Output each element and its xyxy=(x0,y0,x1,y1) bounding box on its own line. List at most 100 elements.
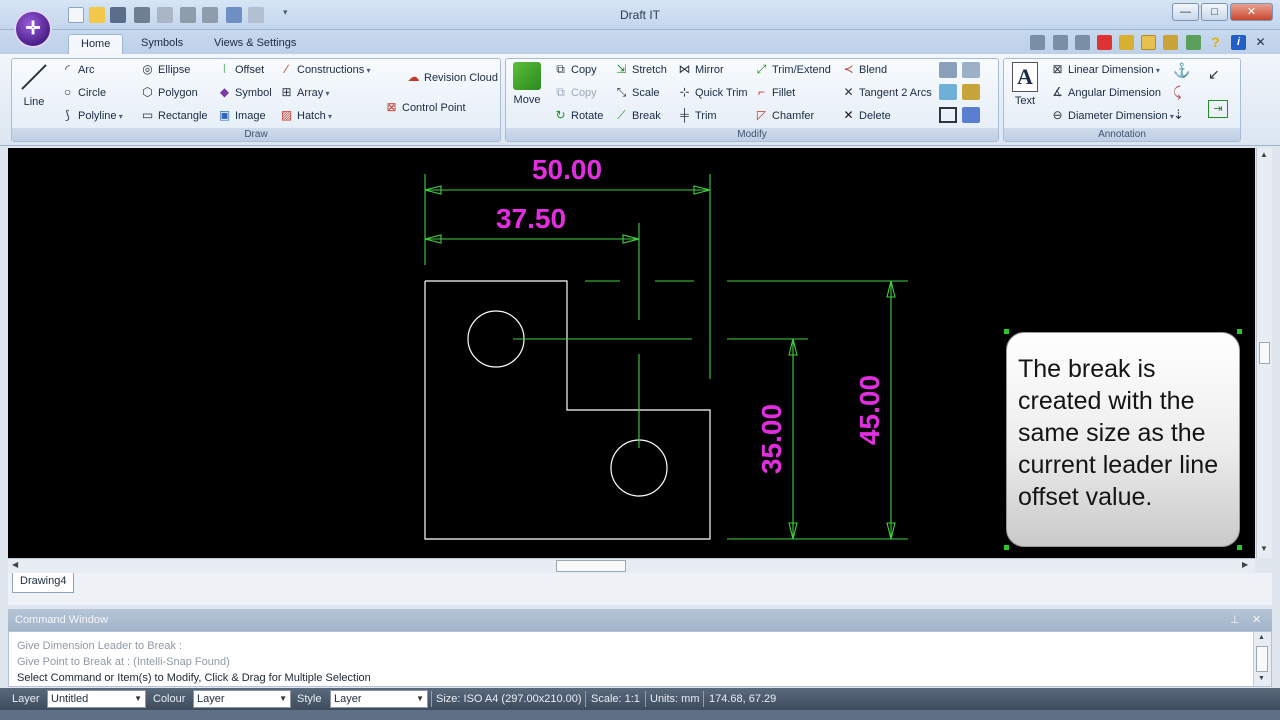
constructions-button[interactable]: ∕ Constructions ▾ xyxy=(279,60,370,78)
angular-dimension-button[interactable]: ∡ Angular Dimension xyxy=(1050,83,1161,101)
fillet-button[interactable]: ⌐ Fillet xyxy=(754,83,795,101)
move-button[interactable]: Move xyxy=(508,62,546,118)
tab-home[interactable]: Home xyxy=(68,34,124,54)
colour-select[interactable]: Layer ▼ xyxy=(193,690,291,708)
match-properties-icon[interactable] xyxy=(962,84,980,100)
command-window-body[interactable]: Give Dimension Leader to Break : Give Po… xyxy=(8,631,1272,687)
selection-handle[interactable] xyxy=(1004,545,1009,550)
join-icon[interactable] xyxy=(939,84,957,100)
layer-select[interactable]: Untitled ▼ xyxy=(47,690,146,708)
polygon-button[interactable]: ⬡ Polygon xyxy=(140,83,198,101)
group-icon[interactable] xyxy=(962,107,980,123)
quick-access-dropdown-icon[interactable]: ▾ xyxy=(283,7,293,23)
lock-icon[interactable] xyxy=(1163,35,1178,50)
maximize-button[interactable]: □ xyxy=(1201,3,1228,21)
ellipse-button[interactable]: ◎ Ellipse xyxy=(140,60,190,78)
offset-button[interactable]: ⦚ Offset xyxy=(217,60,264,78)
export-icon[interactable] xyxy=(1186,35,1201,50)
stretch-button[interactable]: ⇲ Stretch xyxy=(614,60,666,78)
copy-qa-icon[interactable] xyxy=(180,7,196,23)
horizontal-scrollbar[interactable]: ◀ ▶ xyxy=(8,558,1255,573)
open-folder-icon[interactable] xyxy=(89,7,105,23)
arc-button[interactable]: ◜ Arc xyxy=(60,60,94,78)
copy-button-disabled[interactable]: ⧉ Copy xyxy=(553,83,596,101)
zoom-out-icon[interactable] xyxy=(1075,35,1090,50)
symbol-button[interactable]: ◆ Symbol xyxy=(217,83,272,101)
trim-extend-button[interactable]: ⤢ Trim/Extend xyxy=(754,60,831,78)
properties-icon[interactable] xyxy=(962,62,980,78)
quick-trim-button[interactable]: ⊹ Quick Trim xyxy=(677,83,747,101)
blend-button[interactable]: ≺ Blend xyxy=(841,60,887,78)
tab-views-settings[interactable]: Views & Settings xyxy=(202,34,308,54)
grid-icon[interactable] xyxy=(1097,35,1112,50)
scroll-down-icon[interactable]: ▼ xyxy=(1260,544,1268,553)
rectangle-button[interactable]: ▭ Rectangle xyxy=(140,106,208,124)
mirror-icon: ⋈ xyxy=(678,62,691,76)
new-file-icon[interactable] xyxy=(68,7,84,23)
close-panel-icon[interactable]: ✕ xyxy=(1252,609,1261,631)
scroll-up-icon[interactable]: ▲ xyxy=(1260,150,1268,159)
vertical-scrollbar[interactable]: ▲ ▼ xyxy=(1256,148,1272,558)
ortho-icon[interactable] xyxy=(1141,35,1156,50)
selection-handle[interactable] xyxy=(1237,545,1242,550)
info-icon[interactable]: i xyxy=(1231,35,1246,50)
image-button[interactable]: ▣ Image xyxy=(217,106,266,124)
ordinate-icon[interactable]: ⇣ xyxy=(1173,107,1197,123)
help-icon[interactable]: ? xyxy=(1208,35,1223,50)
zoom-in-icon[interactable] xyxy=(1053,35,1068,50)
scroll-left-icon[interactable]: ◀ xyxy=(12,560,18,569)
leader-icon[interactable]: ↙ xyxy=(1208,66,1230,82)
horizontal-scroll-thumb[interactable] xyxy=(556,560,626,572)
scroll-right-icon[interactable]: ▶ xyxy=(1242,560,1248,569)
revision-cloud-button[interactable]: ☁ Revision Cloud xyxy=(406,68,498,86)
tangent-2-arcs-button[interactable]: ✕ Tangent 2 Arcs xyxy=(841,83,931,101)
array-button[interactable]: ⊞ Array ▾ xyxy=(279,83,329,101)
line-button[interactable]: Line xyxy=(14,60,54,116)
polyline-label: Polyline xyxy=(78,110,117,122)
save-icon[interactable] xyxy=(110,7,126,23)
close-ribbon-icon[interactable]: ✕ xyxy=(1253,35,1268,50)
tab-drawing4[interactable]: Drawing4 xyxy=(12,573,75,593)
minimize-button[interactable]: — xyxy=(1172,3,1199,21)
close-window-button[interactable]: ✕ xyxy=(1230,3,1273,21)
break-button[interactable]: ⟋ Break xyxy=(614,106,660,124)
delete-button[interactable]: ✕ Delete xyxy=(841,106,890,124)
command-scroll-thumb[interactable] xyxy=(1256,646,1268,672)
mirror-button[interactable]: ⋈ Mirror xyxy=(677,60,724,78)
arc-leader-icon[interactable]: ⤹ xyxy=(1173,84,1191,100)
copy-button[interactable]: ⧉ Copy xyxy=(553,60,596,78)
snap-icon[interactable] xyxy=(1119,35,1134,50)
style-select[interactable]: Layer ▼ xyxy=(330,690,428,708)
selection-handle[interactable] xyxy=(1004,329,1009,334)
diameter-dimension-button[interactable]: ⊖ Diameter Dimension ▾ xyxy=(1050,106,1173,124)
select-window-icon[interactable] xyxy=(939,107,957,123)
selection-handle[interactable] xyxy=(1237,329,1242,334)
pin-icon[interactable]: ⊥ xyxy=(1230,609,1240,631)
circle-button[interactable]: ○ Circle xyxy=(60,83,106,101)
print-icon[interactable] xyxy=(134,7,150,23)
vertical-scroll-thumb[interactable] xyxy=(1259,342,1270,364)
app-logo-button[interactable]: ✛ xyxy=(14,10,52,48)
explode-icon[interactable] xyxy=(939,62,957,78)
anchor-icon[interactable]: ⚓ xyxy=(1173,62,1191,78)
redo-icon[interactable] xyxy=(248,7,264,23)
scale-button[interactable]: ⤡ Scale xyxy=(614,83,660,101)
scroll-up-icon[interactable]: ▲ xyxy=(1258,634,1265,641)
tab-symbols[interactable]: Symbols xyxy=(129,34,195,54)
hatch-button[interactable]: ▨ Hatch ▾ xyxy=(279,106,332,124)
zoom-realtime-icon[interactable] xyxy=(1030,35,1045,50)
balloon-icon[interactable]: ⇥ xyxy=(1208,100,1228,118)
trim-button[interactable]: ╪ Trim xyxy=(677,106,716,124)
linear-dimension-button[interactable]: ⊠ Linear Dimension ▾ xyxy=(1050,60,1159,78)
cut-icon[interactable] xyxy=(157,7,173,23)
control-point-button[interactable]: ⊠ Control Point xyxy=(384,98,465,116)
chamfer-button[interactable]: ◸ Chamfer xyxy=(754,106,814,124)
command-scrollbar[interactable]: ▲ ▼ xyxy=(1253,632,1271,686)
polyline-icon: ⟆ xyxy=(65,108,70,122)
scroll-down-icon[interactable]: ▼ xyxy=(1258,675,1265,682)
undo-icon[interactable] xyxy=(226,7,242,23)
paste-icon[interactable] xyxy=(202,7,218,23)
polyline-button[interactable]: ⟆ Polyline ▾ xyxy=(60,106,123,124)
text-button[interactable]: A Text xyxy=(1008,62,1042,120)
rotate-button[interactable]: ↻ Rotate xyxy=(553,106,603,124)
